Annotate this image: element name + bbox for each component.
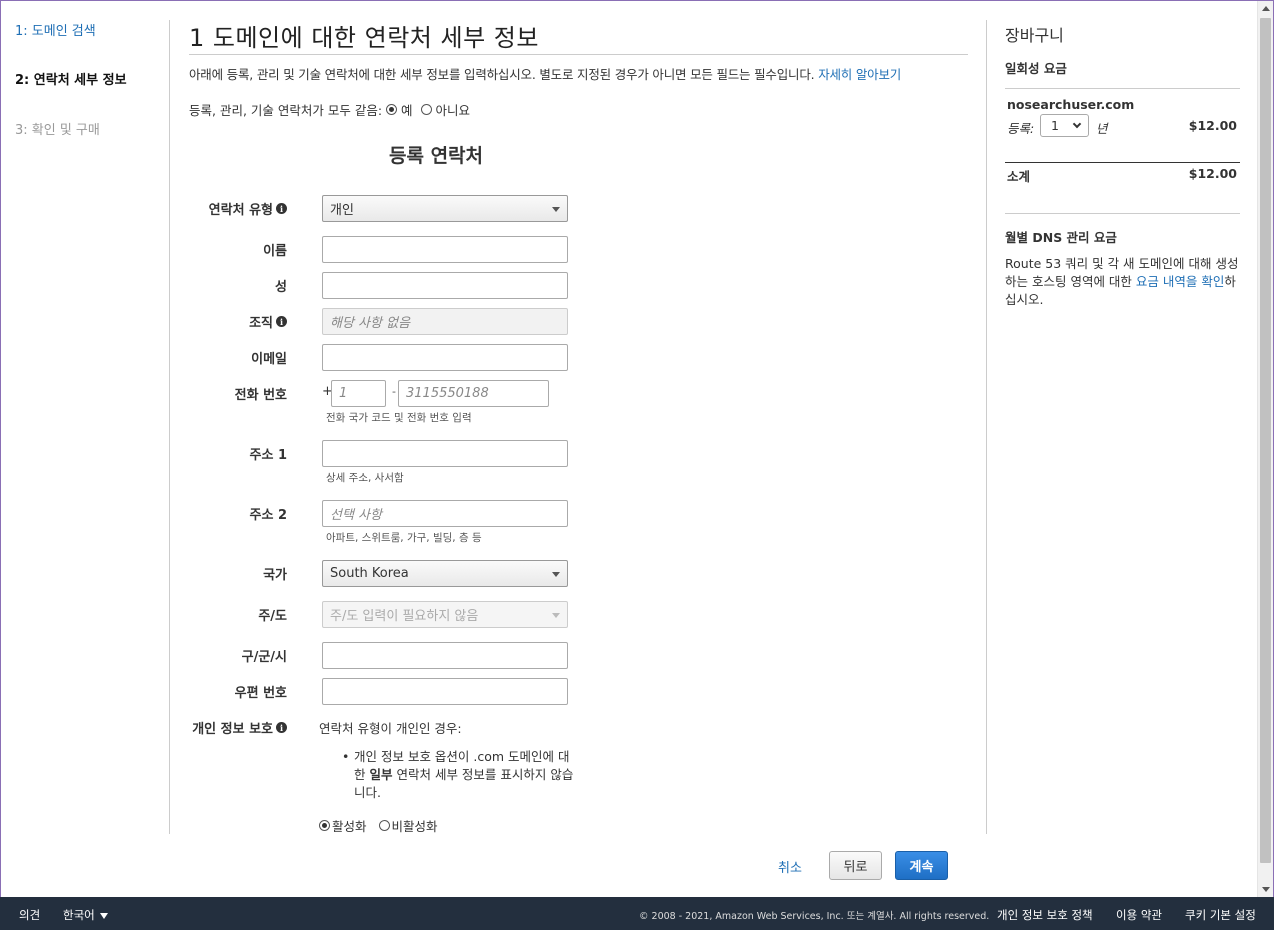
cart-divider — [1005, 213, 1240, 214]
continue-button[interactable]: 계속 — [895, 851, 948, 880]
postal-code-label: 우편 번호 — [234, 686, 287, 701]
same-contacts-no-label: 아니요 — [435, 103, 471, 118]
years-unit-label: 년 — [1096, 121, 1108, 136]
divider-left — [169, 20, 170, 834]
caret-down-icon — [99, 912, 108, 919]
registration-label: 등록: — [1007, 121, 1035, 136]
state-label: 주/도 — [258, 609, 287, 624]
organization-input[interactable]: 해당 사항 없음 — [322, 308, 568, 335]
email-input[interactable] — [322, 344, 568, 371]
chevron-down-icon — [1072, 119, 1082, 129]
state-select: 주/도 입력이 필요하지 않음 — [322, 601, 568, 628]
address1-hint: 상세 주소, 사서함 — [326, 472, 404, 484]
subtotal-amount: $12.00 — [1188, 166, 1237, 181]
domain-price: $12.00 — [1188, 118, 1237, 133]
learn-more-link[interactable]: 자세히 알아보기 — [818, 67, 901, 82]
same-contacts-no-radio[interactable] — [420, 104, 432, 115]
last-name-input[interactable] — [322, 272, 568, 299]
privacy-bullet-list: 개인 정보 보호 옵션이 .com 도메인에 대한 일부 연락처 세부 정보를 … — [342, 748, 577, 802]
last-name-label: 성 — [275, 280, 287, 295]
intro-text: 아래에 등록, 관리 및 기술 연락처에 대한 세부 정보를 입력하십시오. 별… — [189, 67, 902, 82]
postal-code-input[interactable] — [322, 678, 568, 705]
address2-input[interactable]: 선택 사항 — [322, 500, 568, 527]
city-input[interactable] — [322, 642, 568, 669]
privacy-enable-radio[interactable] — [319, 820, 330, 831]
same-contacts-label: 등록, 관리, 기술 연락처가 모두 같음: — [189, 103, 383, 118]
address2-label: 주소 2 — [249, 508, 288, 523]
country-select[interactable]: South Korea — [322, 560, 568, 587]
scrollbar-thumb[interactable] — [1260, 18, 1271, 863]
country-label: 국가 — [263, 568, 287, 583]
pricing-details-link[interactable]: 요금 내역을 확인 — [1136, 274, 1224, 289]
privacy-bullet-item: 개인 정보 보호 옵션이 .com 도메인에 대한 일부 연락처 세부 정보를 … — [342, 748, 577, 802]
dropdown-caret-icon — [552, 613, 560, 618]
privacy-options: 활성화 비활성화 — [319, 816, 442, 835]
phone-separator: - — [392, 385, 396, 398]
email-label: 이메일 — [251, 352, 287, 367]
address1-label: 주소 1 — [249, 448, 288, 463]
dropdown-caret-icon — [552, 572, 560, 577]
info-icon[interactable]: i — [276, 203, 287, 214]
first-name-input[interactable] — [322, 236, 568, 263]
cookie-preferences-link[interactable]: 쿠키 기본 설정 — [1185, 907, 1256, 923]
phone-hint: 전화 국가 코드 및 전화 번호 입력 — [326, 412, 472, 424]
same-contacts-yes-label: 예 — [401, 103, 413, 118]
cart-domain-name: nosearchuser.com — [1007, 97, 1135, 112]
registration-years-select[interactable]: 1 — [1040, 114, 1089, 137]
step-search-domain[interactable]: 1: 도메인 검색 — [15, 20, 96, 39]
terms-link[interactable]: 이용 약관 — [1116, 907, 1162, 923]
same-contacts-yes-radio[interactable] — [386, 104, 398, 115]
scroll-up-arrow-icon[interactable] — [1262, 6, 1270, 11]
first-name-label: 이름 — [263, 244, 287, 259]
phone-number-input[interactable]: 3115550188 — [398, 380, 549, 407]
privacy-policy-link[interactable]: 개인 정보 보호 정책 — [997, 907, 1093, 923]
back-button[interactable]: 뒤로 — [829, 851, 882, 880]
subtotal-label: 소계 — [1007, 169, 1031, 184]
footer: 의견 한국어 © 2008 - 2021, Amazon Web Service… — [0, 897, 1274, 930]
info-icon[interactable]: i — [276, 722, 287, 733]
address2-hint: 아파트, 스위트룸, 가구, 빌딩, 층 등 — [326, 532, 482, 544]
step-contact-details: 2: 연락처 세부 정보 — [15, 73, 127, 88]
privacy-description: 연락처 유형이 개인인 경우: — [319, 721, 462, 736]
contact-type-select[interactable]: 개인 — [322, 195, 568, 222]
privacy-label: 개인 정보 보호 i — [192, 718, 287, 737]
privacy-disable-radio[interactable] — [378, 820, 390, 831]
divider-right — [986, 20, 987, 834]
language-selector[interactable]: 한국어 — [63, 907, 108, 923]
cart-title: 장바구니 — [1005, 26, 1064, 45]
copyright-text: © 2008 - 2021, Amazon Web Services, Inc.… — [639, 911, 990, 922]
feedback-link[interactable]: 의견 — [19, 907, 40, 923]
organization-label: 조직 i — [249, 312, 287, 331]
dns-fee-description: Route 53 쿼리 및 각 새 도메인에 대해 생성하는 호스팅 영역에 대… — [1005, 256, 1239, 307]
contact-type-label: 연락처 유형 i — [209, 199, 287, 218]
vertical-scrollbar[interactable] — [1257, 1, 1273, 897]
info-icon[interactable]: i — [276, 316, 287, 327]
cart-divider — [1005, 88, 1240, 89]
monthly-dns-fee-title: 월별 DNS 관리 요금 — [1005, 230, 1117, 245]
title-divider — [189, 54, 968, 55]
privacy-enable-label: 활성화 — [332, 819, 367, 834]
city-label: 구/군/시 — [241, 650, 287, 665]
address1-input[interactable] — [322, 440, 568, 467]
registrant-contact-title: 등록 연락처 — [389, 145, 484, 167]
scroll-down-arrow-icon[interactable] — [1262, 887, 1270, 892]
one-time-fee-label: 일회성 요금 — [1005, 61, 1067, 76]
privacy-disable-label: 비활성화 — [391, 819, 438, 834]
cancel-button[interactable]: 취소 — [778, 857, 802, 876]
subtotal-divider — [1005, 162, 1240, 163]
dropdown-caret-icon — [552, 207, 560, 212]
page-title: 1 도메인에 대한 연락처 세부 정보 — [189, 24, 539, 52]
same-contacts-option: 등록, 관리, 기술 연락처가 모두 같음: 예 아니요 — [189, 100, 474, 119]
phone-label: 전화 번호 — [234, 388, 287, 403]
window-frame — [0, 0, 1274, 930]
step-review-purchase: 3: 확인 및 구매 — [15, 123, 100, 138]
phone-country-code-input[interactable]: 1 — [331, 380, 386, 407]
